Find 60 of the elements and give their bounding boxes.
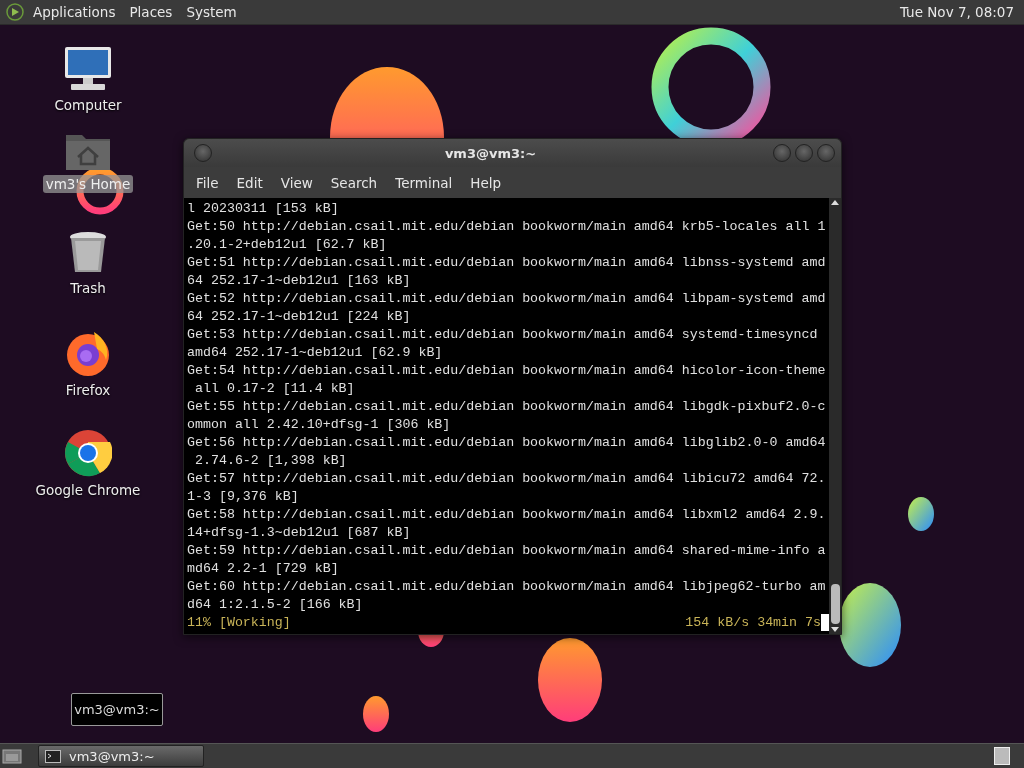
menu-item[interactable]: Help <box>462 171 510 194</box>
terminal-line: Get:53 http://debian.csail.mit.edu/debian bookworm/main amd64 systemd-timesyncd <box>187 326 819 344</box>
desktop-icon-label[interactable]: Google Chrome <box>32 481 144 499</box>
panel-menu[interactable]: Places <box>124 2 178 22</box>
terminal-line: Get:54 http://debian.csail.mit.edu/debian bookworm/main amd64 hicolor-icon-theme <box>187 362 827 380</box>
progress-text: 11% [Working] <box>187 614 291 632</box>
desktop-icon-label[interactable]: vm3's Home <box>42 175 134 193</box>
menu-item[interactable]: File <box>188 171 227 194</box>
panel-menu[interactable]: System <box>181 2 242 22</box>
terminal-line: ommon all 2.42.10+dfsg-1 [306 kB] <box>187 416 452 434</box>
show-desktop-icon[interactable] <box>2 748 22 764</box>
tooltip: vm3@vm3:~ <box>71 693 163 726</box>
distro-logo-icon[interactable] <box>6 3 24 21</box>
workspace-switcher-icon[interactable] <box>994 747 1010 765</box>
clock[interactable]: Tue Nov 7, 08:07 <box>899 4 1018 20</box>
scroll-up-icon[interactable] <box>830 198 840 206</box>
terminal-line: all 0.17-2 [11.4 kB] <box>193 380 356 398</box>
terminal-line: 64 252.17-1~deb12u1 [224 kB] <box>187 308 412 326</box>
menu-item[interactable]: Edit <box>228 171 271 194</box>
trash-icon <box>69 231 107 275</box>
menu-item[interactable]: Search <box>322 171 386 194</box>
text-cursor <box>821 614 829 631</box>
computer-icon <box>63 46 113 92</box>
terminal-line: 1-3 [9,376 kB] <box>187 488 300 506</box>
terminal-line: Get:57 http://debian.csail.mit.edu/debian bookworm/main amd64 libicu72 amd64 72. <box>187 470 827 488</box>
download-rate: 154 kB/s 34min 7s <box>685 614 821 632</box>
terminal-line: .20.1-2+deb12u1 [62.7 kB] <box>187 236 388 254</box>
terminal-line: 14+dfsg-1.3~deb12u1 [687 kB] <box>187 524 412 542</box>
panel-menu[interactable]: Applications <box>28 2 121 22</box>
firefox-icon <box>64 329 112 377</box>
scroll-down-icon[interactable] <box>830 626 840 634</box>
terminal-line: Get:60 http://debian.csail.mit.edu/debian bookworm/main amd64 libjpeg62-turbo am <box>187 578 827 596</box>
desktop-icon-label[interactable]: Computer <box>51 96 125 114</box>
terminal-line: Get:55 http://debian.csail.mit.edu/debian bookworm/main amd64 libgdk-pixbuf2.0-c <box>187 398 827 416</box>
terminal-line: Get:58 http://debian.csail.mit.edu/debian bookworm/main amd64 libxml2 amd64 2.9. <box>187 506 827 524</box>
terminal-icon <box>45 749 61 763</box>
window-title: vm3@vm3:~ <box>443 145 538 161</box>
terminal-line: Get:51 http://debian.csail.mit.edu/debian bookworm/main amd64 libnss-systemd amd <box>187 254 827 272</box>
close-button[interactable] <box>817 144 835 162</box>
terminal-line: 64 252.17-1~deb12u1 [163 kB] <box>187 272 412 290</box>
terminal-line: amd64 252.17-1~deb12u1 [62.9 kB] <box>187 344 444 362</box>
terminal-line: Get:59 http://debian.csail.mit.edu/debian bookworm/main amd64 shared-mime-info a <box>187 542 827 560</box>
terminal-line: d64 1:2.1.5-2 [166 kB] <box>187 596 364 614</box>
minimize-button[interactable] <box>773 144 791 162</box>
terminal-line: md64 2.2-1 [729 kB] <box>187 560 340 578</box>
scroll-thumb[interactable] <box>830 584 840 624</box>
taskbar-button[interactable]: vm3@vm3:~ <box>38 745 204 767</box>
terminal-line: Get:50 http://debian.csail.mit.edu/debian bookworm/main amd64 krb5-locales all 1 <box>187 218 827 236</box>
desktop-icon-label[interactable]: Trash <box>67 279 109 297</box>
window-menu-button[interactable] <box>194 144 212 162</box>
terminal-line: Get:52 http://debian.csail.mit.edu/debian bookworm/main amd64 libpam-systemd amd <box>187 290 827 308</box>
menu-item[interactable]: View <box>272 171 321 194</box>
terminal-line: l 20230311 [153 kB] <box>187 200 340 218</box>
desktop-icon-label[interactable]: Firefox <box>62 381 114 399</box>
terminal-line: 2.74.6-2 [1,398 kB] <box>193 452 348 470</box>
scrollbar[interactable] <box>829 198 841 634</box>
menu-item[interactable]: Terminal <box>387 171 461 194</box>
terminal-line: Get:56 http://debian.csail.mit.edu/debian bookworm/main amd64 libglib2.0-0 amd64 <box>187 434 827 452</box>
maximize-button[interactable] <box>795 144 813 162</box>
chrome-icon <box>64 429 112 477</box>
